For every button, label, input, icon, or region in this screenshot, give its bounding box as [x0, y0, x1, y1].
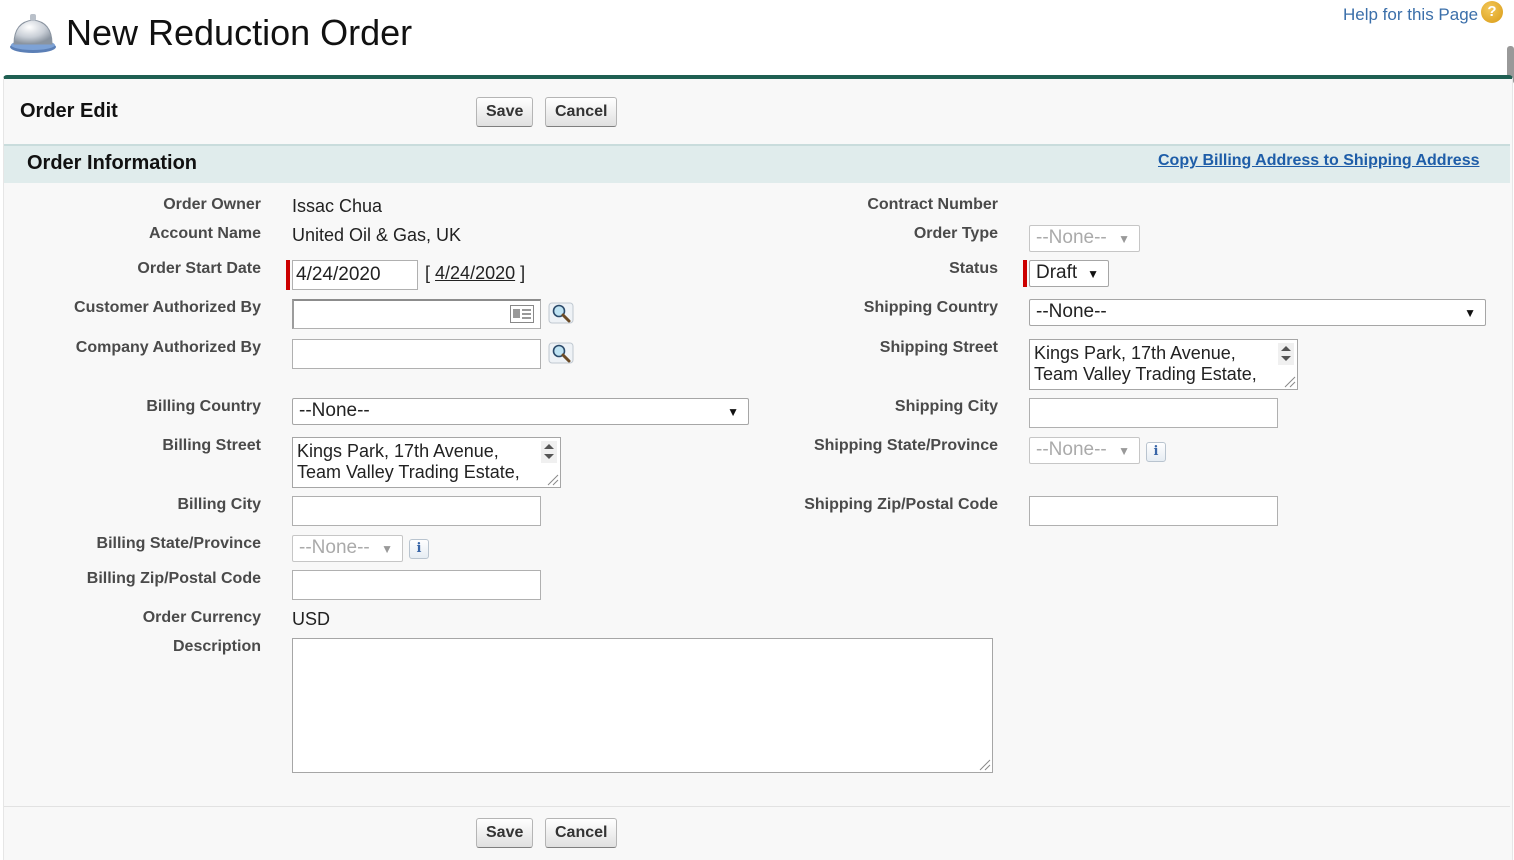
status-label: Status — [949, 260, 998, 277]
order-owner-value: Issac Chua — [292, 196, 383, 216]
description-label: Description — [172, 638, 261, 655]
required-indicator — [286, 260, 290, 290]
section-title: Order Information — [27, 152, 198, 174]
billing-zip-input[interactable] — [292, 570, 541, 600]
company-authorized-by-label: Company Authorized By — [75, 339, 261, 356]
billing-city-label: Billing City — [177, 496, 261, 513]
customer-authorized-by-label: Customer Authorized By — [74, 299, 261, 316]
order-currency-label: Order Currency — [142, 609, 261, 626]
shipping-state-label: Shipping State/Province — [813, 437, 998, 454]
page-title: New Reduction Order — [66, 12, 413, 53]
copy-billing-to-shipping-link[interactable]: Copy Billing Address to Shipping Address — [1158, 152, 1480, 170]
contract-number-label: Contract Number — [867, 196, 998, 213]
chevron-down-icon: ▼ — [381, 542, 393, 556]
chevron-down-icon: ▼ — [1118, 232, 1130, 246]
cancel-button-top[interactable]: Cancel — [545, 97, 618, 127]
chevron-down-icon: ▼ — [1464, 306, 1476, 320]
shipping-street-textarea[interactable]: Kings Park, 17th Avenue, Team Valley Tra… — [1029, 339, 1298, 390]
billing-country-select[interactable]: --None-- ▼ — [292, 398, 749, 425]
shipping-country-label: Shipping Country — [863, 299, 998, 316]
billing-street-line1: Kings Park, 17th Avenue, — [297, 441, 499, 461]
billing-country-label: Billing Country — [146, 398, 261, 415]
billing-state-label: Billing State/Province — [96, 535, 261, 552]
reduction-order-bell-icon — [10, 14, 56, 53]
contact-card-icon[interactable] — [510, 305, 534, 323]
order-type-select: --None-- ▼ — [1029, 225, 1140, 252]
order-type-label: Order Type — [913, 225, 998, 242]
today-date-link[interactable]: 4/24/2020 — [435, 263, 515, 283]
info-icon[interactable]: i — [409, 539, 429, 559]
billing-state-select: --None-- ▼ — [292, 535, 403, 562]
billing-country-value: --None-- — [299, 400, 370, 421]
shipping-zip-label: Shipping Zip/Postal Code — [804, 496, 998, 513]
shipping-city-label: Shipping City — [894, 398, 998, 415]
required-indicator — [1023, 260, 1027, 287]
account-name-label: Account Name — [148, 225, 261, 242]
resize-grip-icon[interactable] — [1282, 374, 1296, 388]
scroll-arrows-icon[interactable] — [1278, 343, 1294, 365]
billing-street-line2: Team Valley Trading Estate, — [297, 462, 520, 482]
resize-grip-icon[interactable] — [545, 472, 559, 486]
bracket-close: ] — [520, 263, 526, 283]
help-question-icon[interactable]: ? — [1481, 1, 1503, 23]
customer-authorized-by-input[interactable] — [292, 299, 541, 329]
lookup-search-icon[interactable] — [548, 302, 574, 324]
status-value: Draft — [1036, 262, 1078, 283]
shipping-street-line1: Kings Park, 17th Avenue, — [1034, 343, 1236, 363]
order-start-date-label: Order Start Date — [137, 260, 261, 277]
billing-street-textarea[interactable]: Kings Park, 17th Avenue, Team Valley Tra… — [292, 437, 561, 488]
shipping-street-label: Shipping Street — [879, 339, 998, 356]
save-button-top[interactable]: Save — [476, 97, 534, 127]
order-start-date-input[interactable] — [292, 260, 418, 290]
chevron-down-icon: ▼ — [1118, 444, 1130, 458]
billing-street-label: Billing Street — [162, 437, 261, 454]
help-link[interactable]: Help for this Page — [1343, 5, 1478, 25]
shipping-street-line2: Team Valley Trading Estate, — [1034, 364, 1257, 384]
shipping-country-select[interactable]: --None-- ▼ — [1029, 299, 1486, 326]
description-textarea[interactable] — [292, 638, 993, 773]
resize-grip-icon[interactable] — [977, 757, 991, 771]
page-block-title: Order Edit — [20, 100, 118, 122]
bracket-open: [ — [425, 263, 431, 283]
shipping-city-input[interactable] — [1029, 398, 1278, 428]
scroll-arrows-icon[interactable] — [541, 441, 557, 463]
divider — [4, 806, 1510, 807]
status-select[interactable]: Draft ▼ — [1029, 260, 1109, 287]
today-date-link-wrapper: [ 4/24/2020 ] — [425, 263, 525, 284]
lookup-search-icon[interactable] — [548, 342, 574, 364]
account-name-value: United Oil & Gas, UK — [292, 225, 462, 245]
cancel-button-bottom[interactable]: Cancel — [545, 818, 618, 848]
shipping-state-value: --None-- — [1036, 439, 1107, 460]
save-button-bottom[interactable]: Save — [476, 818, 534, 848]
chevron-down-icon: ▼ — [727, 405, 739, 419]
billing-state-value: --None-- — [299, 537, 370, 558]
info-icon[interactable]: i — [1146, 442, 1166, 462]
order-owner-label: Order Owner — [163, 196, 261, 213]
billing-city-input[interactable] — [292, 496, 541, 526]
order-type-value: --None-- — [1036, 227, 1107, 248]
shipping-zip-input[interactable] — [1029, 496, 1278, 526]
shipping-state-select: --None-- ▼ — [1029, 437, 1140, 464]
company-authorized-by-input[interactable] — [292, 339, 541, 369]
shipping-country-value: --None-- — [1036, 301, 1107, 322]
billing-zip-label: Billing Zip/Postal Code — [86, 570, 261, 587]
chevron-down-icon: ▼ — [1087, 267, 1099, 281]
order-currency-value: USD — [292, 609, 331, 629]
